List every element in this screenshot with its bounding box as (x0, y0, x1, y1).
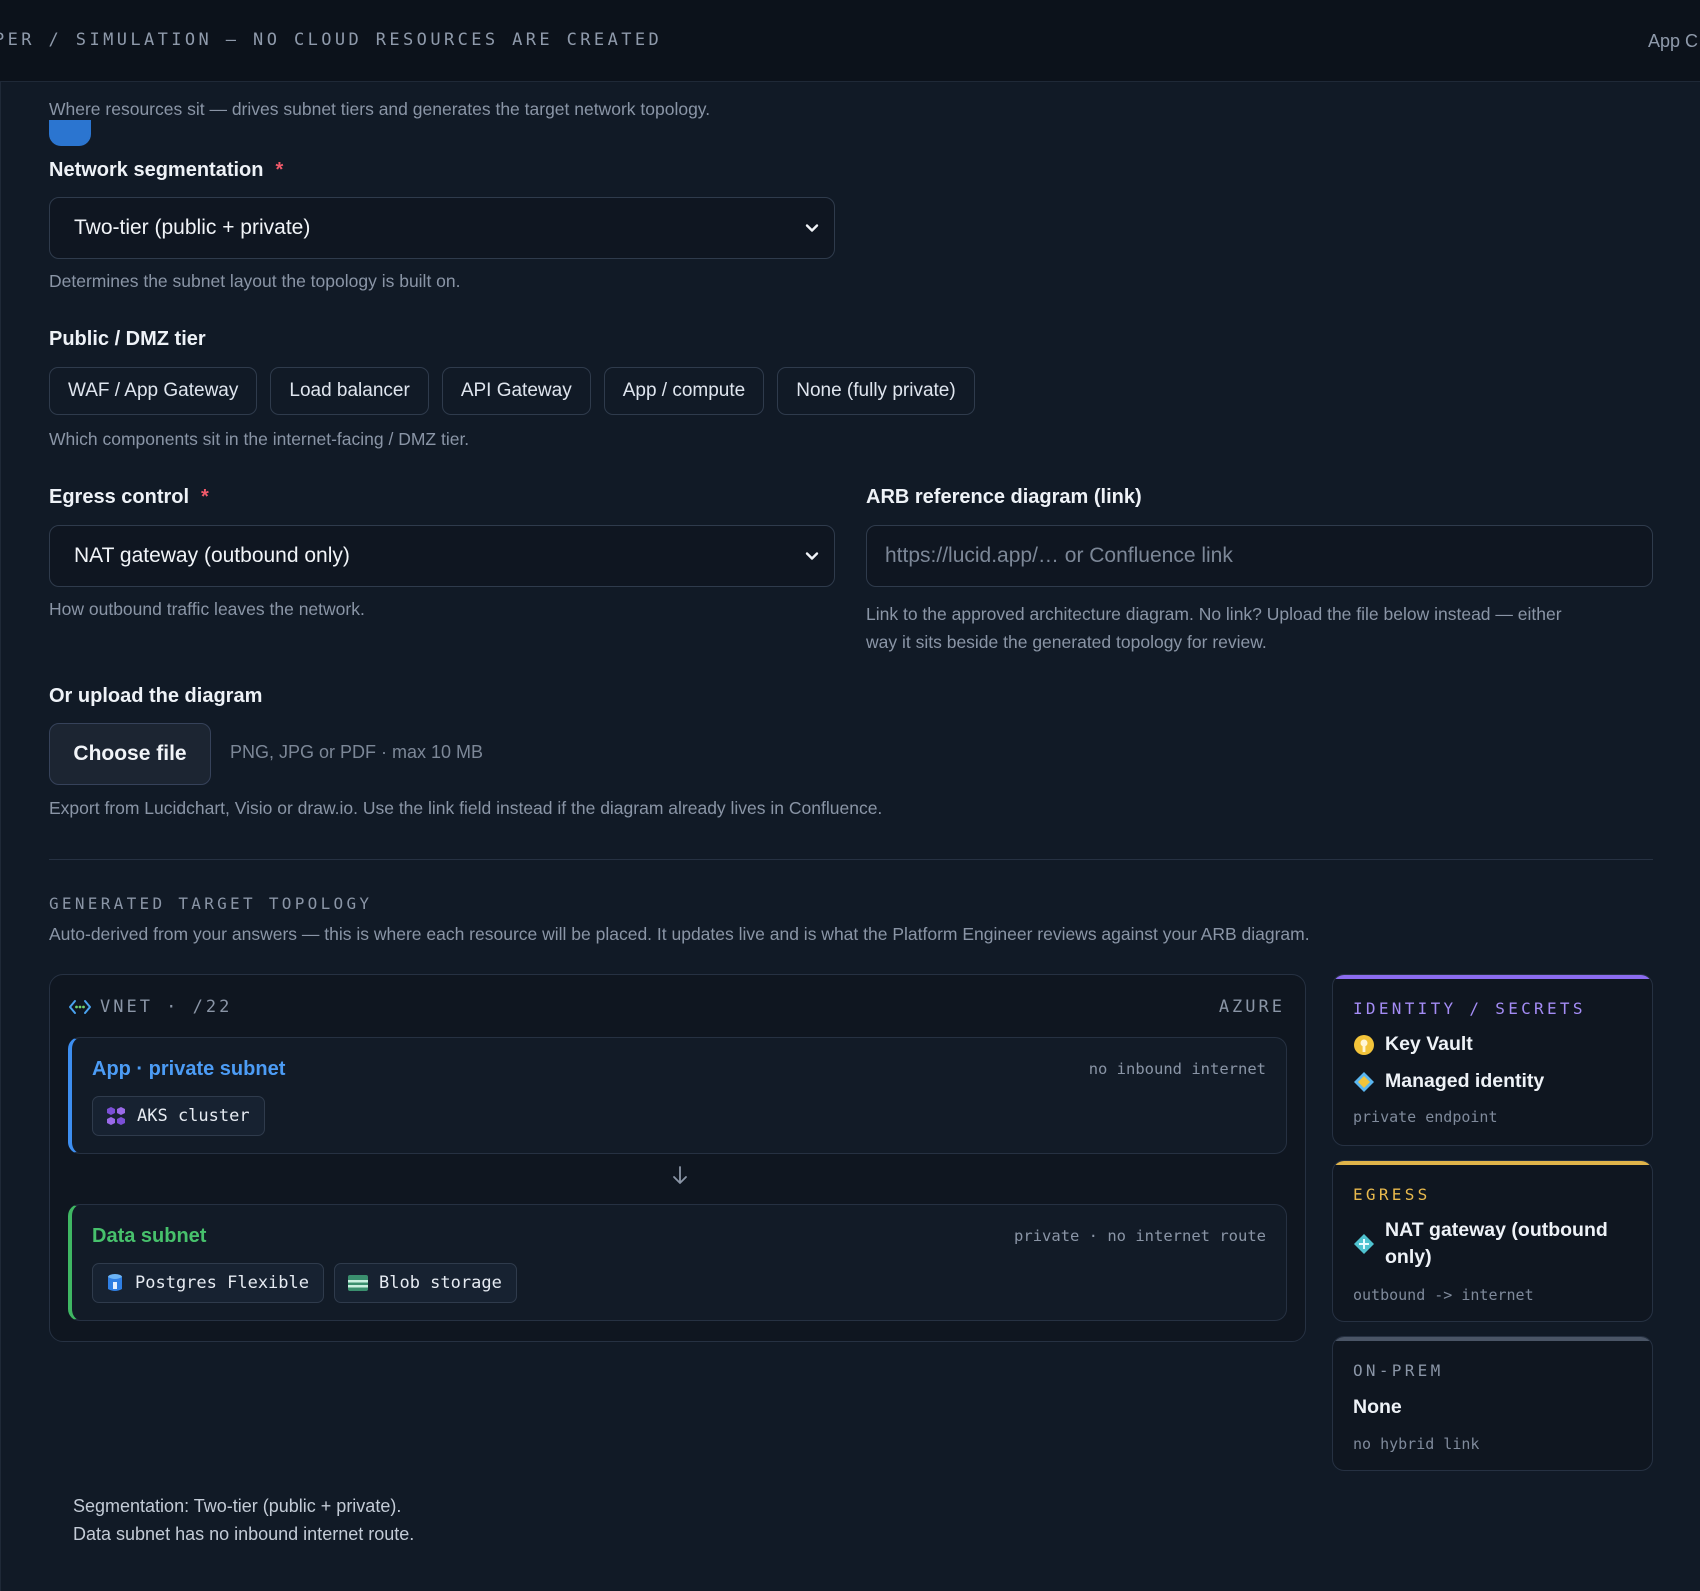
arb-diagram-placeholder: https://lucid.app/… or Confluence link (885, 544, 1233, 567)
network-segmentation-value: Two-tier (public + private) (74, 216, 311, 239)
app-subnet-resources: AKS cluster (92, 1096, 265, 1136)
identity-kicker: IDENTITY / SECRETS (1353, 999, 1586, 1018)
arb-diagram-link-input[interactable]: https://lucid.app/… or Confluence link (866, 525, 1653, 587)
divider (49, 859, 1653, 860)
resource-blob-storage: Blob storage (334, 1263, 517, 1303)
on-prem-accent-bar (1333, 1337, 1652, 1341)
blob-storage-icon (348, 1275, 368, 1291)
identity-secrets-card: IDENTITY / SECRETS Key Vault Managed ide… (1332, 974, 1653, 1146)
data-subnet-note: private · no internet route (1014, 1227, 1266, 1245)
placement-panel: Where resources sit — drives subnet tier… (0, 60, 1700, 1591)
data-subnet-resources: Postgres Flexible Blob storage (92, 1263, 517, 1303)
nat-gateway-item: NAT gateway (outbound only) (1353, 1217, 1608, 1271)
dmz-option-api-gateway[interactable]: API Gateway (441, 367, 591, 415)
managed-identity-icon (1354, 1071, 1374, 1092)
arb-diagram-hint: Link to the approved architecture diagra… (866, 604, 1562, 652)
dmz-tier-hint: Which components sit in the internet-fac… (49, 429, 470, 449)
on-prem-value: None (1353, 1396, 1402, 1418)
topology-kicker: GENERATED TARGET TOPOLOGY (49, 894, 373, 913)
egress-card: EGRESS NAT gateway (outbound only) outbo… (1332, 1160, 1653, 1322)
app-subnet: App · private subnet no inbound internet… (68, 1037, 1287, 1154)
dmz-option-app-compute[interactable]: App / compute (603, 367, 765, 415)
key-vault-item: Key Vault (1353, 1033, 1473, 1056)
dmz-option-waf[interactable]: WAF / App Gateway (49, 367, 258, 415)
resource-postgres-flexible: Postgres Flexible (92, 1263, 324, 1303)
dmz-tier-options: WAF / App Gateway Load balancer API Gate… (49, 367, 975, 415)
arb-diagram-label: ARB reference diagram (link) (866, 486, 1142, 508)
chevron-down-icon (805, 552, 819, 560)
required-mark: * (275, 159, 284, 181)
cloud-provider-label: AZURE (1218, 997, 1285, 1017)
simulation-banner: PER / SIMULATION — NO CLOUD RESOURCES AR… (0, 0, 1700, 82)
egress-control-hint: How outbound traffic leaves the network. (49, 599, 365, 619)
upload-label: Or upload the diagram (49, 685, 263, 707)
identity-foot: private endpoint (1353, 1108, 1498, 1126)
choose-file-button[interactable]: Choose file (49, 723, 211, 785)
network-segmentation-select[interactable]: Two-tier (public + private) (49, 197, 835, 259)
app-subnet-title: App · private subnet (92, 1058, 286, 1080)
nat-gateway-icon (1354, 1234, 1374, 1254)
arrow-down-icon (673, 1166, 687, 1184)
upload-hint: Export from Lucidchart, Visio or draw.io… (49, 798, 883, 818)
vnet-header: VNET · /22 (68, 997, 232, 1017)
app-subnet-note: no inbound internet (1088, 1060, 1266, 1078)
dmz-option-none[interactable]: None (fully private) (777, 367, 975, 415)
postgres-icon (108, 1274, 122, 1291)
vnet-box: VNET · /22 AZURE App · private subnet no… (49, 974, 1306, 1342)
section-description: Where resources sit — drives subnet tier… (49, 99, 711, 119)
egress-kicker: EGRESS (1353, 1185, 1431, 1204)
egress-control-label: Egress control * (49, 486, 209, 508)
data-subnet: Data subnet private · no internet route … (68, 1204, 1287, 1321)
chevron-down-icon (805, 224, 819, 232)
managed-identity-item: Managed identity (1353, 1070, 1544, 1093)
file-hint: PNG, JPG or PDF · max 10 MB (230, 742, 484, 762)
data-subnet-title: Data subnet (92, 1225, 207, 1247)
dmz-tier-label: Public / DMZ tier (49, 328, 206, 350)
resource-aks-cluster: AKS cluster (92, 1096, 265, 1136)
egress-control-value: NAT gateway (outbound only) (74, 544, 350, 567)
on-prem-kicker: ON-PREM (1353, 1361, 1444, 1380)
egress-foot: outbound -> internet (1353, 1286, 1534, 1304)
simulation-banner-text: PER / SIMULATION — NO CLOUD RESOURCES AR… (0, 30, 663, 50)
topology-description: Auto-derived from your answers — this is… (49, 924, 1310, 944)
topology-summary: Segmentation: Two-tier (public + private… (73, 1496, 415, 1544)
on-prem-foot: no hybrid link (1353, 1435, 1480, 1453)
egress-control-select[interactable]: NAT gateway (outbound only) (49, 525, 835, 587)
aks-icon (107, 1107, 125, 1125)
key-vault-icon (1354, 1034, 1374, 1055)
section-icon (49, 120, 91, 146)
vnet-icon (69, 1000, 91, 1014)
identity-accent-bar (1333, 975, 1652, 979)
egress-accent-bar (1333, 1161, 1652, 1165)
required-mark: * (201, 486, 209, 508)
network-segmentation-hint: Determines the subnet layout the topolog… (49, 271, 461, 291)
network-segmentation-label: Network segmentation * (49, 159, 284, 181)
dmz-option-load-balancer[interactable]: Load balancer (270, 367, 429, 415)
app-label: App C (1648, 31, 1699, 51)
on-prem-card: ON-PREM None no hybrid link (1332, 1336, 1653, 1471)
